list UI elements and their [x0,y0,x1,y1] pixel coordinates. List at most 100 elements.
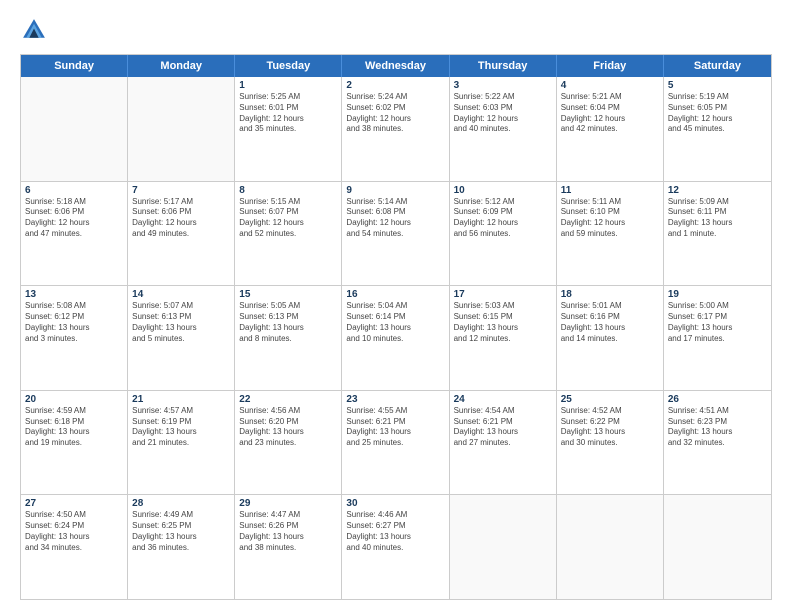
calendar-cell: 11Sunrise: 5:11 AM Sunset: 6:10 PM Dayli… [557,182,664,286]
day-number: 9 [346,185,444,196]
cell-info: Sunrise: 4:47 AM Sunset: 6:26 PM Dayligh… [239,510,337,553]
calendar-row: 13Sunrise: 5:08 AM Sunset: 6:12 PM Dayli… [21,286,771,391]
cell-info: Sunrise: 5:18 AM Sunset: 6:06 PM Dayligh… [25,197,123,240]
calendar-cell: 8Sunrise: 5:15 AM Sunset: 6:07 PM Daylig… [235,182,342,286]
day-number: 14 [132,289,230,300]
cell-info: Sunrise: 4:56 AM Sunset: 6:20 PM Dayligh… [239,406,337,449]
weekday-header: Sunday [21,55,128,77]
calendar-cell: 19Sunrise: 5:00 AM Sunset: 6:17 PM Dayli… [664,286,771,390]
calendar-cell: 17Sunrise: 5:03 AM Sunset: 6:15 PM Dayli… [450,286,557,390]
calendar-cell: 14Sunrise: 5:07 AM Sunset: 6:13 PM Dayli… [128,286,235,390]
day-number: 25 [561,394,659,405]
day-number: 22 [239,394,337,405]
day-number: 10 [454,185,552,196]
weekday-header: Monday [128,55,235,77]
calendar-cell: 18Sunrise: 5:01 AM Sunset: 6:16 PM Dayli… [557,286,664,390]
calendar-row: 1Sunrise: 5:25 AM Sunset: 6:01 PM Daylig… [21,77,771,182]
cell-info: Sunrise: 5:15 AM Sunset: 6:07 PM Dayligh… [239,197,337,240]
calendar-cell: 4Sunrise: 5:21 AM Sunset: 6:04 PM Daylig… [557,77,664,181]
calendar-row: 20Sunrise: 4:59 AM Sunset: 6:18 PM Dayli… [21,391,771,496]
cell-info: Sunrise: 5:11 AM Sunset: 6:10 PM Dayligh… [561,197,659,240]
calendar-cell: 28Sunrise: 4:49 AM Sunset: 6:25 PM Dayli… [128,495,235,599]
day-number: 26 [668,394,767,405]
cell-info: Sunrise: 4:46 AM Sunset: 6:27 PM Dayligh… [346,510,444,553]
weekday-header: Saturday [664,55,771,77]
cell-info: Sunrise: 5:22 AM Sunset: 6:03 PM Dayligh… [454,92,552,135]
day-number: 6 [25,185,123,196]
header [20,16,772,44]
cell-info: Sunrise: 5:12 AM Sunset: 6:09 PM Dayligh… [454,197,552,240]
calendar-row: 27Sunrise: 4:50 AM Sunset: 6:24 PM Dayli… [21,495,771,599]
cell-info: Sunrise: 4:59 AM Sunset: 6:18 PM Dayligh… [25,406,123,449]
day-number: 2 [346,80,444,91]
day-number: 28 [132,498,230,509]
calendar-cell: 23Sunrise: 4:55 AM Sunset: 6:21 PM Dayli… [342,391,449,495]
logo-icon [20,16,48,44]
calendar-header: SundayMondayTuesdayWednesdayThursdayFrid… [21,55,771,77]
cell-info: Sunrise: 4:54 AM Sunset: 6:21 PM Dayligh… [454,406,552,449]
calendar-cell: 7Sunrise: 5:17 AM Sunset: 6:06 PM Daylig… [128,182,235,286]
cell-info: Sunrise: 4:50 AM Sunset: 6:24 PM Dayligh… [25,510,123,553]
calendar-cell: 20Sunrise: 4:59 AM Sunset: 6:18 PM Dayli… [21,391,128,495]
day-number: 12 [668,185,767,196]
day-number: 8 [239,185,337,196]
day-number: 30 [346,498,444,509]
calendar-cell: 26Sunrise: 4:51 AM Sunset: 6:23 PM Dayli… [664,391,771,495]
weekday-header: Tuesday [235,55,342,77]
calendar-cell: 21Sunrise: 4:57 AM Sunset: 6:19 PM Dayli… [128,391,235,495]
calendar-cell: 1Sunrise: 5:25 AM Sunset: 6:01 PM Daylig… [235,77,342,181]
calendar-cell: 22Sunrise: 4:56 AM Sunset: 6:20 PM Dayli… [235,391,342,495]
weekday-header: Thursday [450,55,557,77]
calendar-cell [128,77,235,181]
cell-info: Sunrise: 4:57 AM Sunset: 6:19 PM Dayligh… [132,406,230,449]
day-number: 3 [454,80,552,91]
logo [20,16,52,44]
day-number: 1 [239,80,337,91]
calendar-cell: 16Sunrise: 5:04 AM Sunset: 6:14 PM Dayli… [342,286,449,390]
cell-info: Sunrise: 4:51 AM Sunset: 6:23 PM Dayligh… [668,406,767,449]
cell-info: Sunrise: 5:24 AM Sunset: 6:02 PM Dayligh… [346,92,444,135]
calendar-cell [21,77,128,181]
weekday-header: Wednesday [342,55,449,77]
calendar-cell: 27Sunrise: 4:50 AM Sunset: 6:24 PM Dayli… [21,495,128,599]
calendar-cell: 13Sunrise: 5:08 AM Sunset: 6:12 PM Dayli… [21,286,128,390]
calendar-cell: 6Sunrise: 5:18 AM Sunset: 6:06 PM Daylig… [21,182,128,286]
cell-info: Sunrise: 5:05 AM Sunset: 6:13 PM Dayligh… [239,301,337,344]
cell-info: Sunrise: 5:07 AM Sunset: 6:13 PM Dayligh… [132,301,230,344]
calendar-row: 6Sunrise: 5:18 AM Sunset: 6:06 PM Daylig… [21,182,771,287]
day-number: 18 [561,289,659,300]
cell-info: Sunrise: 5:08 AM Sunset: 6:12 PM Dayligh… [25,301,123,344]
day-number: 24 [454,394,552,405]
day-number: 29 [239,498,337,509]
calendar-cell: 25Sunrise: 4:52 AM Sunset: 6:22 PM Dayli… [557,391,664,495]
day-number: 11 [561,185,659,196]
day-number: 7 [132,185,230,196]
day-number: 27 [25,498,123,509]
calendar-cell [557,495,664,599]
page: SundayMondayTuesdayWednesdayThursdayFrid… [0,0,792,612]
calendar-cell [450,495,557,599]
calendar-cell: 2Sunrise: 5:24 AM Sunset: 6:02 PM Daylig… [342,77,449,181]
calendar-cell: 9Sunrise: 5:14 AM Sunset: 6:08 PM Daylig… [342,182,449,286]
calendar-cell: 3Sunrise: 5:22 AM Sunset: 6:03 PM Daylig… [450,77,557,181]
calendar-cell [664,495,771,599]
cell-info: Sunrise: 5:09 AM Sunset: 6:11 PM Dayligh… [668,197,767,240]
day-number: 4 [561,80,659,91]
cell-info: Sunrise: 5:17 AM Sunset: 6:06 PM Dayligh… [132,197,230,240]
day-number: 20 [25,394,123,405]
day-number: 15 [239,289,337,300]
calendar-cell: 30Sunrise: 4:46 AM Sunset: 6:27 PM Dayli… [342,495,449,599]
day-number: 17 [454,289,552,300]
day-number: 21 [132,394,230,405]
cell-info: Sunrise: 5:21 AM Sunset: 6:04 PM Dayligh… [561,92,659,135]
calendar-cell: 24Sunrise: 4:54 AM Sunset: 6:21 PM Dayli… [450,391,557,495]
day-number: 13 [25,289,123,300]
cell-info: Sunrise: 5:19 AM Sunset: 6:05 PM Dayligh… [668,92,767,135]
cell-info: Sunrise: 4:49 AM Sunset: 6:25 PM Dayligh… [132,510,230,553]
calendar-body: 1Sunrise: 5:25 AM Sunset: 6:01 PM Daylig… [21,77,771,599]
calendar-cell: 15Sunrise: 5:05 AM Sunset: 6:13 PM Dayli… [235,286,342,390]
day-number: 5 [668,80,767,91]
cell-info: Sunrise: 5:00 AM Sunset: 6:17 PM Dayligh… [668,301,767,344]
calendar-cell: 5Sunrise: 5:19 AM Sunset: 6:05 PM Daylig… [664,77,771,181]
cell-info: Sunrise: 5:03 AM Sunset: 6:15 PM Dayligh… [454,301,552,344]
